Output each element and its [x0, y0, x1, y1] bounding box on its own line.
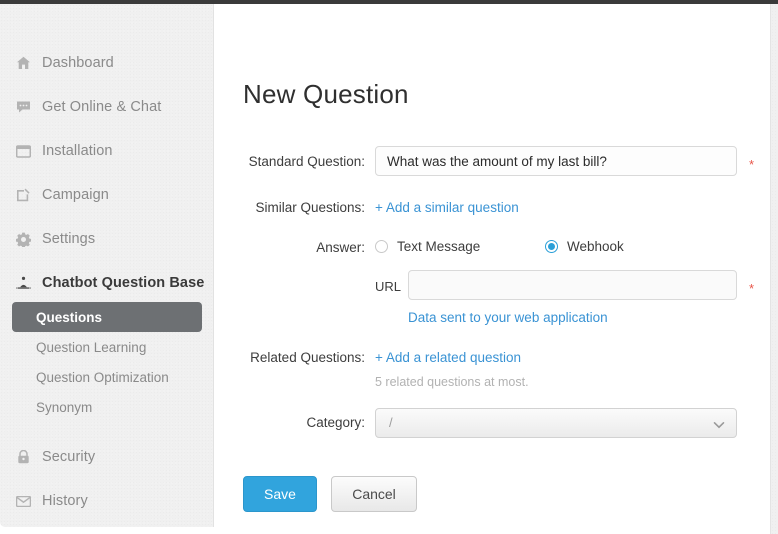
row-standard-question: Standard Question: *: [214, 146, 770, 180]
radio-label-text-message: Text Message: [397, 239, 481, 254]
sidebar-subitem-label: Question Learning: [36, 339, 147, 355]
radio-circle-webhook[interactable]: [545, 240, 558, 253]
sidebar-item-synonym[interactable]: Synonym: [12, 392, 202, 422]
window-icon: [12, 144, 34, 158]
row-url-hint: Data sent to your web application: [214, 310, 770, 330]
sidebar-item-question-learning[interactable]: Question Learning: [12, 332, 202, 362]
related-questions-hint: 5 related questions at most.: [375, 375, 529, 389]
sidebar-item-settings[interactable]: Settings: [0, 224, 214, 254]
sidebar-subitem-label: Synonym: [36, 399, 93, 415]
sidebar-item-label: Chatbot Question Base: [42, 275, 205, 291]
chat-icon: [12, 100, 34, 114]
sidebar-subitem-label: Question Optimization: [36, 369, 169, 385]
standard-question-required-mark: *: [749, 157, 755, 172]
sidebar-item-get-online[interactable]: Get Online & Chat: [0, 92, 214, 122]
standard-question-input[interactable]: [375, 146, 737, 176]
sidebar-item-label: History: [42, 493, 88, 509]
mail-icon: [12, 495, 34, 507]
row-answer: Answer: Text Message Webhook: [214, 238, 770, 260]
category-label: Category:: [306, 415, 365, 430]
sidebar-item-question-optimization[interactable]: Question Optimization: [12, 362, 202, 392]
radio-option-text-message[interactable]: Text Message: [375, 239, 480, 254]
webhook-url-input[interactable]: [408, 270, 737, 300]
url-label: URL: [375, 279, 402, 294]
sidebar-item-label: Security: [42, 449, 96, 465]
related-questions-label: Related Questions:: [250, 350, 365, 365]
radio-option-webhook[interactable]: Webhook: [545, 239, 624, 254]
sidebar-item-chatbot-question-base[interactable]: Chatbot Question Base: [0, 268, 214, 298]
row-actions: Save Cancel: [214, 476, 770, 512]
compose-icon: [12, 188, 34, 202]
sidebar-item-label: Installation: [42, 143, 113, 159]
sidebar-item-label: Get Online & Chat: [42, 99, 162, 115]
cancel-button[interactable]: Cancel: [331, 476, 417, 512]
row-category: Category: /: [214, 406, 770, 440]
answer-label: Answer:: [316, 240, 365, 255]
sidebar-item-label: Campaign: [42, 187, 109, 203]
sidebar-item-dashboard[interactable]: Dashboard: [0, 48, 214, 78]
data-sent-hint-link[interactable]: Data sent to your web application: [408, 310, 608, 325]
home-icon: [12, 56, 34, 70]
radio-label-webhook: Webhook: [567, 239, 624, 254]
sidebar-item-label: Settings: [42, 231, 96, 247]
robot-icon: [12, 276, 34, 290]
lock-icon: [12, 450, 34, 464]
add-related-question-link[interactable]: + Add a related question: [375, 350, 521, 365]
content-panel: New Question Standard Question: * Simila…: [214, 32, 770, 534]
sidebar-item-history[interactable]: History: [0, 486, 214, 516]
add-similar-question-link[interactable]: + Add a similar question: [375, 200, 519, 215]
category-selected-value: /: [389, 415, 393, 430]
url-required-mark: *: [749, 281, 755, 296]
row-similar-questions: Similar Questions: + Add a similar quest…: [214, 198, 770, 220]
save-button[interactable]: Save: [243, 476, 317, 512]
sidebar-item-label: Dashboard: [42, 55, 114, 71]
row-related-questions: Related Questions: + Add a related quest…: [214, 348, 770, 370]
sidebar-item-security[interactable]: Security: [0, 442, 214, 472]
chevron-down-icon: [713, 418, 725, 430]
sidebar-item-campaign[interactable]: Campaign: [0, 180, 214, 210]
standard-question-label: Standard Question:: [248, 154, 365, 169]
row-webhook-url: URL *: [214, 270, 770, 304]
sidebar: Dashboard Get Online & Chat Installation…: [0, 4, 214, 527]
sidebar-subitem-label: Questions: [36, 309, 103, 325]
category-select[interactable]: /: [375, 408, 737, 438]
row-related-hint: 5 related questions at most.: [214, 375, 770, 395]
right-edge-strip: [770, 4, 778, 534]
radio-circle-text-message[interactable]: [375, 240, 388, 253]
gear-icon: [12, 232, 34, 247]
app-root: Dashboard Get Online & Chat Installation…: [0, 0, 778, 534]
page-title: New Question: [243, 79, 409, 109]
sidebar-item-questions[interactable]: Questions: [12, 302, 202, 332]
sidebar-item-installation[interactable]: Installation: [0, 136, 214, 166]
similar-questions-label: Similar Questions:: [255, 200, 365, 215]
